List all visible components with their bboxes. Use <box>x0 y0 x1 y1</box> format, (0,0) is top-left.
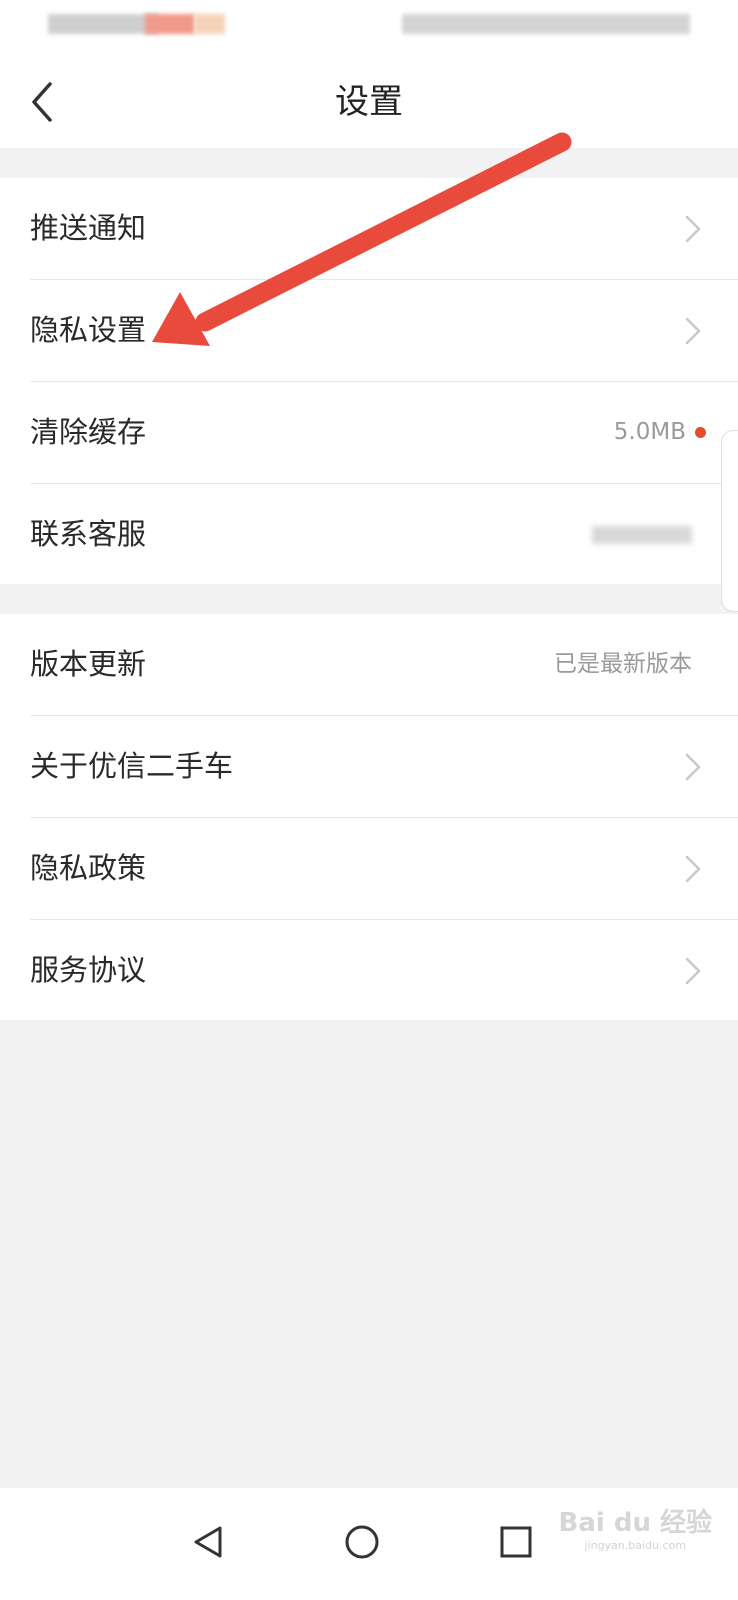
nav-home-button[interactable] <box>332 1512 392 1572</box>
settings-row-privacy-policy[interactable]: 隐私政策 <box>0 818 738 920</box>
square-recent-icon <box>500 1526 532 1558</box>
settings-row-version-update[interactable]: 版本更新 已是最新版本 <box>0 614 738 716</box>
settings-row-contact-support[interactable]: 联系客服 <box>0 484 738 586</box>
row-label: 关于优信二手车 <box>30 749 234 783</box>
settings-group-2: 版本更新 已是最新版本 关于优信二手车 隐私政策 服务协议 <box>0 614 738 1020</box>
row-label: 清除缓存 <box>30 415 147 449</box>
row-label: 联系客服 <box>30 517 147 551</box>
settings-row-push-notification[interactable]: 推送通知 <box>0 178 738 280</box>
unread-dot <box>695 427 706 438</box>
title-bar: 设置 <box>0 56 738 148</box>
cache-size-value: 5.0MB <box>613 419 686 445</box>
nav-recent-button[interactable] <box>486 1512 546 1572</box>
page-title: 设置 <box>335 82 403 122</box>
status-right-blur <box>402 14 690 34</box>
row-label: 服务协议 <box>30 953 147 987</box>
chevron-right-icon <box>685 855 701 883</box>
settings-row-service-agreement[interactable]: 服务协议 <box>0 920 738 1022</box>
triangle-back-icon <box>194 1526 222 1558</box>
status-left-blur <box>48 14 158 34</box>
chevron-right-icon <box>685 317 701 345</box>
floating-side-tab[interactable] <box>721 430 738 612</box>
status-left-blur-red <box>145 14 195 34</box>
circle-home-icon <box>345 1525 379 1559</box>
chevron-right-icon <box>685 215 701 243</box>
row-label: 版本更新 <box>30 647 147 681</box>
row-label: 推送通知 <box>30 211 147 245</box>
version-status-value: 已是最新版本 <box>554 651 692 677</box>
row-label: 隐私政策 <box>30 851 147 885</box>
settings-group-1: 推送通知 隐私设置 清除缓存 5.0MB 联系客服 <box>0 178 738 584</box>
settings-row-clear-cache[interactable]: 清除缓存 5.0MB <box>0 382 738 484</box>
row-label: 隐私设置 <box>30 313 147 347</box>
settings-row-about[interactable]: 关于优信二手车 <box>0 716 738 818</box>
baidu-watermark: Bai du 经验 jingyan.baidu.com <box>559 1502 713 1552</box>
chevron-right-icon <box>685 753 701 781</box>
watermark-url: jingyan.baidu.com <box>584 1539 686 1552</box>
status-bar <box>0 0 738 56</box>
status-left-blur-orange <box>195 14 225 34</box>
settings-row-privacy-settings[interactable]: 隐私设置 <box>0 280 738 382</box>
watermark-brand: Bai du 经验 <box>558 1508 713 1538</box>
redacted-value <box>592 526 692 544</box>
chevron-right-icon <box>685 957 701 985</box>
nav-back-button[interactable] <box>178 1512 238 1572</box>
